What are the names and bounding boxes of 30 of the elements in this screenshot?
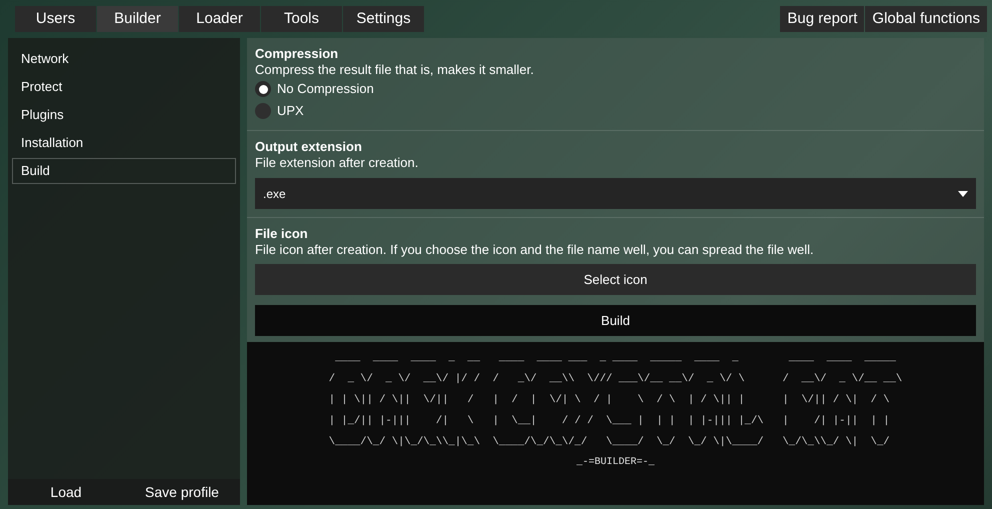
menu-tab[interactable]: Builder [97,6,178,32]
sidebar-item[interactable]: Plugins [12,102,236,128]
section-title: File icon [255,226,309,242]
section-description: File extension after creation. [255,155,420,171]
section-description: File icon after creation. If you choose the icon and the file name well, you can spread the file well. [255,242,815,258]
section-title: Compression [255,46,340,62]
sidebar-button[interactable]: Load [8,479,124,505]
sidebar-item[interactable]: Installation [12,130,236,156]
build-button[interactable]: Build [255,305,976,336]
select-icon-button[interactable]: Select icon [255,264,976,295]
toolbar-button[interactable]: Bug report [780,6,864,32]
menu-tab[interactable]: Settings [343,6,424,32]
extension-dropdown[interactable]: .exe [255,178,976,209]
toolbar-button[interactable]: Global functions [865,6,987,32]
banner-caption: _-=BUILDER=-_ [576,456,654,470]
menu-tab[interactable]: Users [15,6,96,32]
sidebar-item[interactable]: Protect [12,74,236,100]
menu-tab[interactable]: Tools [261,6,342,32]
sidebar-item[interactable]: Network [12,46,236,72]
ascii-art: ____ ____ ____ _ __ ____ ____ ___ _ ____ _____ ____ _ ____ ____ _____ / _ \/ _ \/ __\/ |/ / / _\/ __\\ \/// ___\/__ __\/ _ \/ \ / __\/ _ \/__ __\ | | \|| / \|| \/|| / | / | \/| \ / | \ / \ | / \|| | | \/|| / \| / \ | |_/|| |-||| /| \ | \__| / / / \___ | | | | |-||| |_/\ | /| |-|| | | \____/\_/ \|\_/\_\\_|\_\ \____/\_/\_\/_/ \____/ \_/ \_/ \|\____/ \_/\_\\_/ \| \_/ [328,351,902,450]
radio-button[interactable] [255,103,271,119]
caret-icon [958,190,968,196]
radio-label: UPX [277,102,304,120]
section-title: Output extension [255,139,363,155]
menu-tab[interactable]: Loader [179,6,260,32]
sidebar-item[interactable]: Build [12,158,236,184]
section-description: Compress the result file that is, makes it smaller. [255,62,535,78]
sidebar-button[interactable]: Save profile [124,479,240,505]
radio-label: No Compression [277,80,374,98]
radio-button[interactable] [255,81,271,97]
